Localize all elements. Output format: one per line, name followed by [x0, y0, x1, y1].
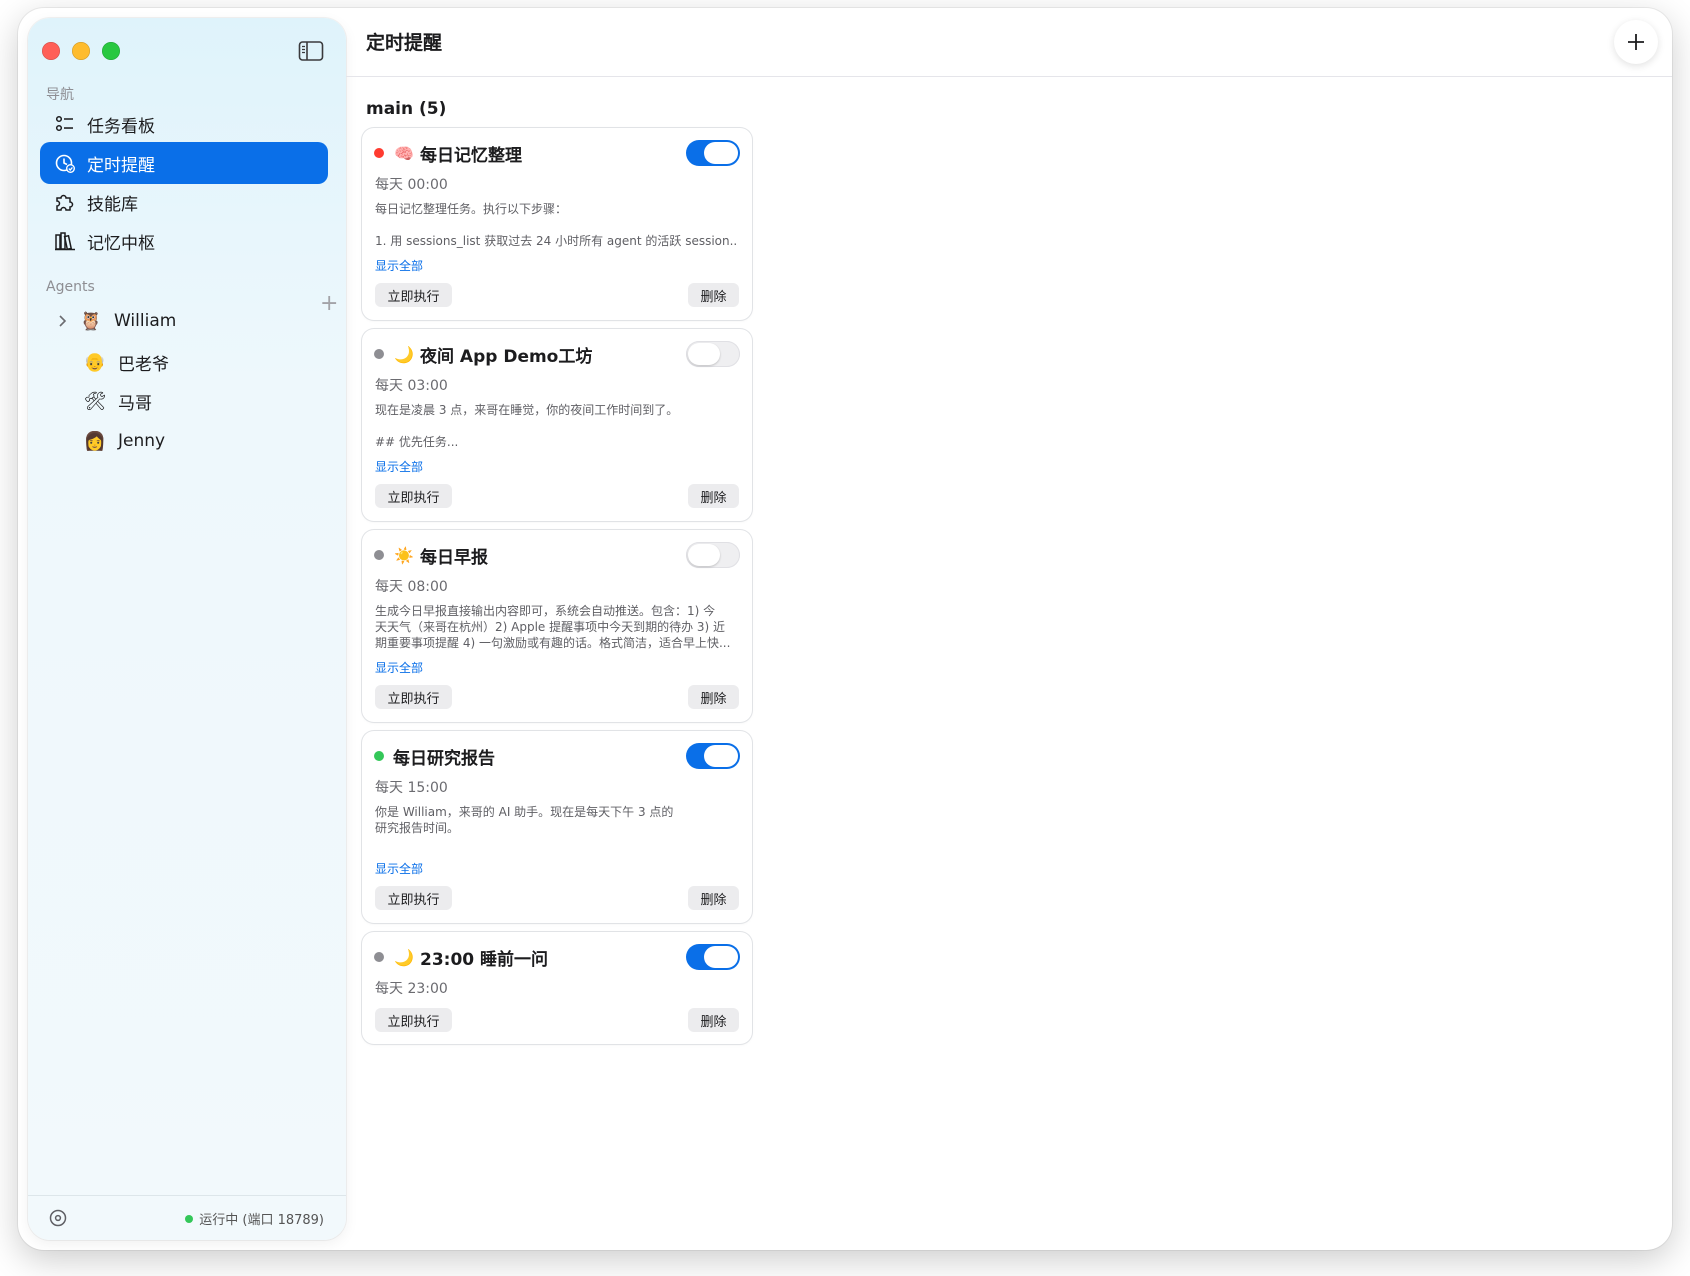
reminder-description: 你是 William，来哥的 AI 助手。现在是每天下午 3 点的 研究报告时间。: [375, 805, 674, 835]
status-dot: [374, 148, 384, 158]
main-content: 定时提醒 main (5) 🧠 每日记忆整理 每天 00:00 每日记忆整理任务…: [346, 8, 1672, 1250]
reminder-title: 每日早报: [420, 547, 488, 568]
schedule-text: 每天 00:00: [375, 177, 448, 193]
enable-toggle[interactable]: [686, 140, 740, 166]
status-dot: [374, 550, 384, 560]
brain-icon: 🧠: [394, 143, 414, 163]
nav-item-skills[interactable]: 技能库: [40, 181, 328, 223]
run-now-button[interactable]: 立即执行: [375, 1008, 452, 1032]
reminder-description: 现在是凌晨 3 点，来哥在睡觉，你的夜间工作时间到了。 ## 优先任务...: [375, 403, 679, 449]
run-now-button[interactable]: 立即执行: [375, 484, 452, 508]
nav-label: 定时提醒: [87, 155, 155, 176]
delete-button[interactable]: 删除: [688, 283, 739, 307]
agent-name: 巴老爷: [118, 354, 169, 375]
agents-section-label: Agents: [46, 279, 95, 295]
show-all-link[interactable]: 显示全部: [375, 458, 423, 475]
agent-avatar: 👴: [83, 351, 107, 373]
task-board-icon: [54, 113, 76, 135]
nav-section-label: 导航: [46, 87, 74, 103]
enable-toggle[interactable]: [686, 743, 740, 769]
reminder-title: 23:00 睡前一问: [420, 949, 549, 970]
status-dot: [185, 1214, 194, 1223]
nav-label: 任务看板: [87, 116, 155, 137]
schedule-text: 每天 23:00: [375, 981, 448, 997]
reminder-title: 每日记忆整理: [420, 145, 522, 166]
page-title: 定时提醒: [366, 32, 443, 54]
agent-avatar: 🛠: [83, 390, 107, 412]
add-reminder-button[interactable]: [1614, 20, 1658, 64]
reminder-description: 生成今日早报直接输出内容即可，系统会自动推送。包含：1) 今天天气（来哥在杭州）…: [375, 604, 731, 650]
reminder-title: 夜间 App Demo工坊: [420, 346, 593, 367]
nav-item-reminders[interactable]: 定时提醒: [40, 142, 328, 184]
run-now-button[interactable]: 立即执行: [375, 685, 452, 709]
show-all-link[interactable]: 显示全部: [375, 659, 423, 676]
sun-icon: ☀️: [394, 545, 414, 565]
delete-button[interactable]: 删除: [688, 685, 739, 709]
group-title: main (5): [366, 99, 447, 119]
sidebar: 导航 任务看板 定时提醒 技能库 记忆中枢 Agents + 🦉 William…: [28, 18, 346, 1240]
status-dot: [374, 952, 384, 962]
reminder-card: 🧠 每日记忆整理 每天 00:00 每日记忆整理任务。执行以下步骤： 1. 用 s…: [362, 128, 752, 320]
run-now-button[interactable]: 立即执行: [375, 886, 452, 910]
enable-toggle[interactable]: [686, 944, 740, 970]
agent-avatar: 🦉: [79, 310, 103, 332]
moon-icon: 🌙: [394, 344, 414, 364]
reminder-title: 每日研究报告: [393, 748, 495, 769]
show-all-link[interactable]: 显示全部: [375, 257, 423, 274]
puzzle-icon: [54, 191, 76, 213]
agent-name: 马哥: [118, 393, 152, 414]
window-controls: [42, 42, 120, 60]
clock-icon: [54, 152, 76, 174]
chevron-right-icon[interactable]: [52, 311, 72, 331]
zoom-window-button[interactable]: [102, 42, 120, 60]
schedule-text: 每天 08:00: [375, 579, 448, 595]
page-header: 定时提醒: [346, 8, 1672, 77]
delete-button[interactable]: 删除: [688, 1008, 739, 1032]
agent-item-william[interactable]: 🦉 William: [52, 303, 322, 339]
status-text: 运行中 (端口 18789): [199, 1213, 324, 1228]
settings-icon[interactable]: [48, 1208, 68, 1228]
app-window: 导航 任务看板 定时提醒 技能库 记忆中枢 Agents + 🦉 William…: [18, 8, 1672, 1250]
agent-name: Jenny: [118, 431, 166, 451]
reminder-description: 每日记忆整理任务。执行以下步骤： 1. 用 sessions_list 获取过去 …: [375, 202, 737, 248]
reminder-card: 🌙 23:00 睡前一问 每天 23:00 立即执行 删除: [362, 932, 752, 1044]
schedule-text: 每天 03:00: [375, 378, 448, 394]
delete-button[interactable]: 删除: [688, 886, 739, 910]
moon-icon: 🌙: [394, 947, 414, 967]
status-dot: [374, 751, 384, 761]
show-all-link[interactable]: 显示全部: [375, 860, 423, 877]
close-window-button[interactable]: [42, 42, 60, 60]
nav-label: 记忆中枢: [87, 233, 155, 254]
delete-button[interactable]: 删除: [688, 484, 739, 508]
agent-name: William: [114, 311, 177, 331]
nav-item-memory[interactable]: 记忆中枢: [40, 220, 328, 262]
minimize-window-button[interactable]: [72, 42, 90, 60]
schedule-text: 每天 15:00: [375, 780, 448, 796]
agent-item-jenny[interactable]: 👩 Jenny: [82, 423, 346, 459]
reminder-card: 每日研究报告 每天 15:00 你是 William，来哥的 AI 助手。现在是…: [362, 731, 752, 923]
add-agent-button[interactable]: +: [320, 293, 338, 315]
books-icon: [54, 230, 76, 252]
enable-toggle[interactable]: [686, 341, 740, 367]
status-dot: [374, 349, 384, 359]
sidebar-footer: 运行中 (端口 18789): [28, 1195, 346, 1240]
nav-item-task-board[interactable]: 任务看板: [40, 103, 328, 145]
plus-icon: [1628, 34, 1644, 50]
reminder-card: 🌙 夜间 App Demo工坊 每天 03:00 现在是凌晨 3 点，来哥在睡觉…: [362, 329, 752, 521]
nav-label: 技能库: [87, 194, 138, 215]
agent-item-mage[interactable]: 🛠 马哥: [82, 383, 346, 419]
gateway-status: 运行中 (端口 18789): [185, 1209, 324, 1228]
reminder-card: ☀️ 每日早报 每天 08:00 生成今日早报直接输出内容即可，系统会自动推送。…: [362, 530, 752, 722]
run-now-button[interactable]: 立即执行: [375, 283, 452, 307]
agent-avatar: 👩: [83, 430, 107, 452]
enable-toggle[interactable]: [686, 542, 740, 568]
sidebar-toggle-icon[interactable]: [298, 40, 324, 62]
agent-item-balaoye[interactable]: 👴 巴老爷: [82, 344, 346, 380]
